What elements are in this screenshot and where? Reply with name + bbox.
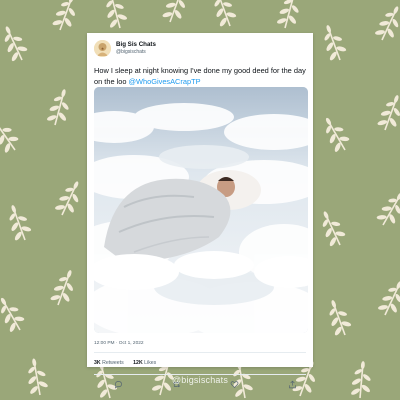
- likes-stat[interactable]: 12K Likes: [133, 360, 156, 366]
- retweets-label: Retweets: [102, 360, 124, 366]
- divider: [94, 352, 306, 353]
- author-name[interactable]: Big Sis Chats: [116, 41, 156, 48]
- tweet-timestamp[interactable]: 12:00 PM · Oct 1, 2022: [94, 341, 144, 346]
- watermark-handle: @bigsischats: [171, 375, 229, 385]
- tweet-card: ★ Big Sis Chats @bigsischats How I sleep…: [87, 33, 313, 389]
- likes-count: 12K: [133, 360, 143, 366]
- mention-link[interactable]: @WhoGivesACrapTP: [129, 77, 201, 86]
- retweets-stat[interactable]: 3K Retweets: [94, 360, 124, 366]
- svg-text:★: ★: [101, 46, 105, 51]
- tweet-text: How I sleep at night knowing I've done m…: [94, 65, 308, 87]
- retweets-count: 3K: [94, 360, 101, 366]
- avatar[interactable]: ★: [94, 40, 111, 57]
- author-handle[interactable]: @bigsischats: [116, 49, 146, 55]
- tweet-media-image[interactable]: [94, 87, 308, 333]
- likes-label: Likes: [144, 360, 157, 366]
- tweet-stats: 3K Retweets 12K Likes: [94, 360, 156, 366]
